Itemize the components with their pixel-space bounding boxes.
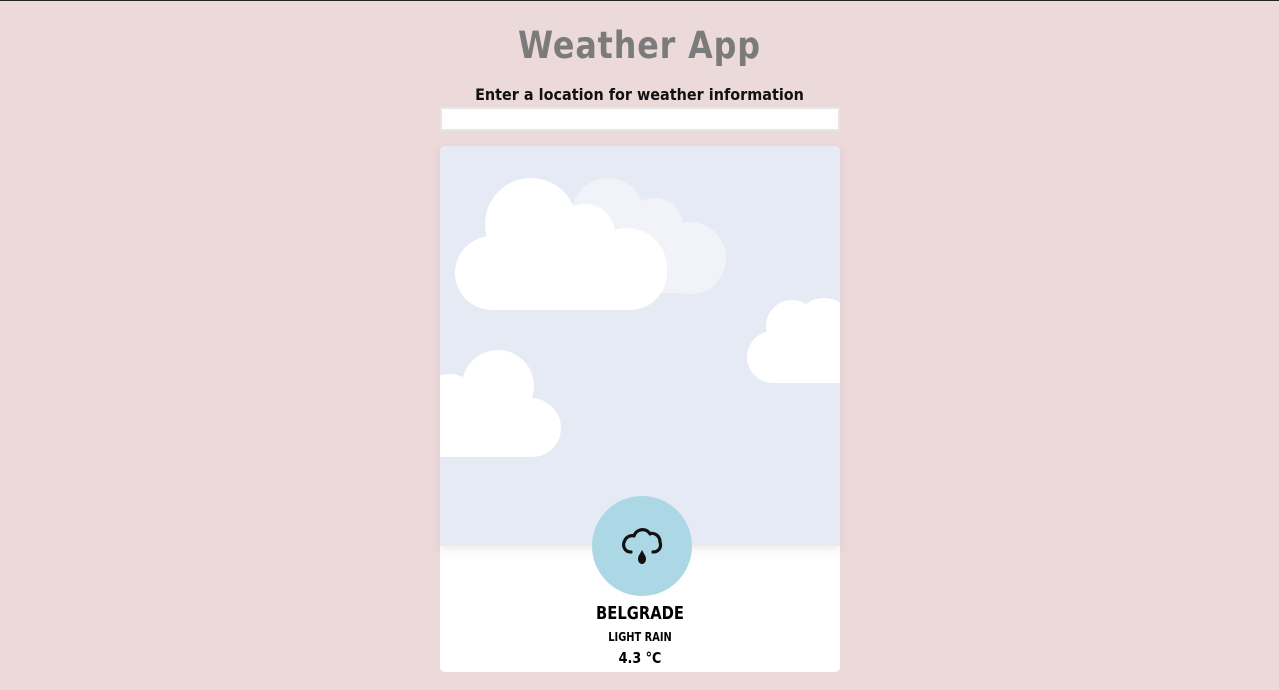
location-search-input[interactable] [440,107,840,131]
right-cloud [747,298,840,383]
left-cloud [440,350,561,457]
sky-illustration [440,146,840,546]
weather-condition: LIGHT RAIN [608,630,672,644]
temperature: 4.3 °C [618,649,662,667]
clouds-illustration [440,178,840,457]
weather-card: BELGRADE LIGHT RAIN 4.3 °C [440,146,840,672]
location-prompt-label: Enter a location for weather information [475,85,804,104]
top-border [0,0,1279,1]
app-title: Weather App [518,24,761,67]
weather-icon-circle [592,496,692,596]
city-name: BELGRADE [596,603,684,624]
cloud-rain-icon [622,528,663,564]
